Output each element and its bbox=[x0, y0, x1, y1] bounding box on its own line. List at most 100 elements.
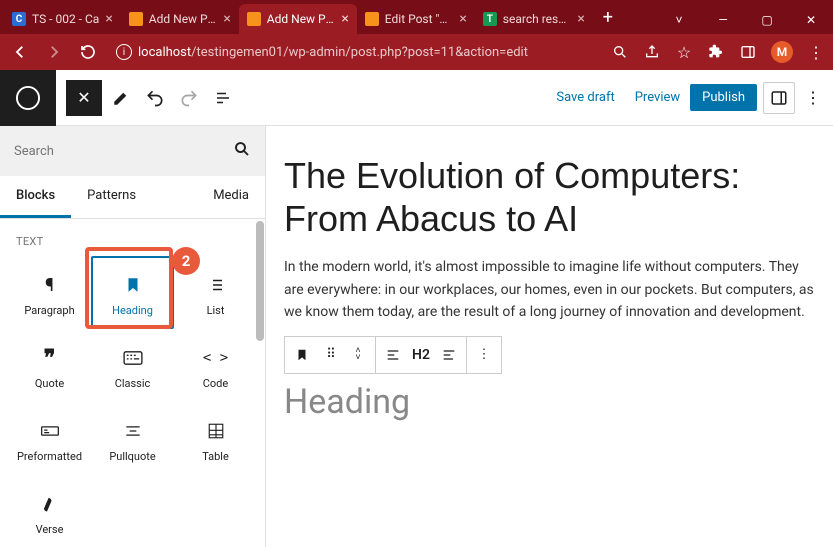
close-icon[interactable]: × bbox=[105, 11, 112, 27]
browser-tab[interactable]: T search result × bbox=[475, 4, 593, 34]
block-label: Paragraph bbox=[24, 304, 74, 317]
block-label: Code bbox=[203, 377, 228, 390]
block-pullquote[interactable]: Pullquote bbox=[91, 402, 174, 475]
inserter-tabs: Blocks Patterns Media bbox=[0, 176, 265, 219]
reload-button[interactable] bbox=[76, 40, 100, 64]
more-options-icon[interactable]: ⋮ bbox=[475, 347, 493, 362]
bookmark-icon[interactable]: ☆ bbox=[675, 43, 693, 61]
section-label: TEXT bbox=[0, 231, 265, 256]
list-icon bbox=[207, 272, 225, 298]
browser-tab[interactable]: Add New Pos × bbox=[121, 4, 239, 34]
editor-canvas[interactable]: The Evolution of Computers: From Abacus … bbox=[266, 126, 833, 547]
browser-tab[interactable]: Edit Post "The × bbox=[357, 4, 475, 34]
search-icon[interactable] bbox=[233, 140, 251, 162]
close-window-button[interactable]: ✕ bbox=[789, 6, 833, 34]
block-label: List bbox=[207, 304, 225, 317]
save-draft-button[interactable]: Save draft bbox=[546, 90, 624, 105]
settings-sidebar-button[interactable] bbox=[763, 82, 795, 114]
browser-tab[interactable]: C TS - 002 - Ca × bbox=[4, 4, 121, 34]
wordpress-logo-icon[interactable] bbox=[0, 70, 56, 126]
pullquote-icon bbox=[123, 418, 143, 444]
extensions-icon[interactable] bbox=[707, 43, 725, 61]
site-info-icon[interactable]: i bbox=[116, 44, 132, 60]
favicon-icon bbox=[129, 12, 143, 26]
tab-media[interactable]: Media bbox=[197, 176, 265, 218]
address-bar: i localhost/testingemen01/wp-admin/post.… bbox=[0, 34, 833, 70]
search-input[interactable] bbox=[14, 144, 184, 159]
annotation-badge: 2 bbox=[172, 247, 200, 275]
table-icon bbox=[207, 418, 225, 444]
tab-label: Add New Pos bbox=[149, 12, 218, 26]
block-label: Heading bbox=[112, 304, 153, 317]
redo-button[interactable] bbox=[174, 83, 204, 113]
paragraph-icon: ¶ bbox=[45, 272, 54, 298]
block-code[interactable]: < > Code bbox=[174, 329, 257, 402]
favicon-icon bbox=[247, 12, 261, 26]
maximize-button[interactable]: ▢ bbox=[745, 6, 789, 34]
block-table[interactable]: Table bbox=[174, 402, 257, 475]
publish-button[interactable]: Publish bbox=[690, 84, 757, 111]
block-classic[interactable]: Classic bbox=[91, 329, 174, 402]
block-label: Preformatted bbox=[17, 450, 82, 463]
block-label: Pullquote bbox=[109, 450, 155, 463]
block-toolbar: ⠿ ˄˅ H2 ⋮ bbox=[284, 336, 502, 374]
block-inserter-sidebar: Blocks Patterns Media TEXT ¶ Paragraph H… bbox=[0, 126, 266, 547]
close-inserter-button[interactable]: ✕ bbox=[66, 80, 102, 116]
edit-tool-icon[interactable] bbox=[106, 83, 136, 113]
block-type-icon[interactable] bbox=[293, 348, 311, 362]
preformatted-icon bbox=[40, 418, 60, 444]
post-paragraph[interactable]: In the modern world, it's almost impossi… bbox=[284, 256, 815, 323]
block-label: Classic bbox=[115, 377, 151, 390]
back-button[interactable] bbox=[8, 40, 32, 64]
close-icon[interactable]: × bbox=[459, 11, 466, 27]
favicon-icon: T bbox=[483, 12, 497, 26]
profile-avatar[interactable]: M bbox=[771, 41, 793, 63]
block-preformatted[interactable]: Preformatted bbox=[8, 402, 91, 475]
sidepanel-icon[interactable] bbox=[739, 43, 757, 61]
sidebar-scrollbar[interactable] bbox=[255, 219, 265, 547]
block-heading[interactable]: Heading bbox=[91, 256, 174, 329]
tab-label: TS - 002 - Ca bbox=[32, 12, 99, 26]
undo-button[interactable] bbox=[140, 83, 170, 113]
text-align-icon[interactable] bbox=[440, 347, 458, 363]
chevron-down-icon[interactable]: ˅ bbox=[657, 6, 701, 34]
heading-block-placeholder[interactable]: Heading bbox=[284, 382, 815, 422]
block-label: Verse bbox=[36, 523, 64, 536]
verse-icon bbox=[41, 491, 59, 517]
tab-patterns[interactable]: Patterns bbox=[71, 176, 152, 218]
tab-blocks[interactable]: Blocks bbox=[0, 176, 71, 218]
tab-label: Edit Post "The bbox=[385, 12, 454, 26]
post-title[interactable]: The Evolution of Computers: From Abacus … bbox=[284, 154, 815, 240]
url-path: /testingemen01/wp-admin/post.php?post=11… bbox=[191, 45, 528, 60]
block-verse[interactable]: Verse bbox=[8, 475, 91, 547]
block-paragraph[interactable]: ¶ Paragraph bbox=[8, 256, 91, 329]
preview-button[interactable]: Preview bbox=[625, 90, 690, 105]
document-overview-icon[interactable] bbox=[208, 83, 238, 113]
heading-level-button[interactable]: H2 bbox=[412, 347, 430, 363]
quote-icon: ❞ bbox=[44, 345, 56, 371]
drag-handle-icon[interactable]: ⠿ bbox=[321, 347, 339, 362]
code-icon: < > bbox=[203, 345, 228, 371]
heading-icon bbox=[124, 272, 142, 298]
classic-icon bbox=[122, 345, 144, 371]
inserter-content: TEXT ¶ Paragraph Heading bbox=[0, 219, 265, 547]
editor-topbar: ✕ Save draft Preview Publish ⋮ bbox=[0, 70, 833, 126]
close-icon[interactable]: × bbox=[223, 11, 230, 27]
block-quote[interactable]: ❞ Quote bbox=[8, 329, 91, 402]
new-tab-button[interactable]: + bbox=[593, 7, 623, 28]
zoom-icon[interactable] bbox=[611, 43, 629, 61]
minimize-button[interactable]: — bbox=[701, 6, 745, 34]
kebab-icon[interactable]: ⋮ bbox=[807, 43, 825, 61]
browser-tab-active[interactable]: Add New Pos × bbox=[239, 4, 357, 34]
forward-button[interactable] bbox=[42, 40, 66, 64]
align-icon[interactable] bbox=[384, 347, 402, 363]
share-icon[interactable] bbox=[643, 43, 661, 61]
move-arrows-icon[interactable]: ˄˅ bbox=[349, 348, 367, 362]
close-icon[interactable]: × bbox=[577, 11, 584, 27]
options-kebab-icon[interactable]: ⋮ bbox=[801, 88, 825, 107]
close-icon[interactable]: × bbox=[341, 11, 348, 27]
url-field[interactable]: i localhost/testingemen01/wp-admin/post.… bbox=[110, 44, 601, 60]
block-label: Table bbox=[202, 450, 229, 463]
tab-label: search result bbox=[503, 12, 572, 26]
close-icon: ✕ bbox=[77, 88, 90, 107]
